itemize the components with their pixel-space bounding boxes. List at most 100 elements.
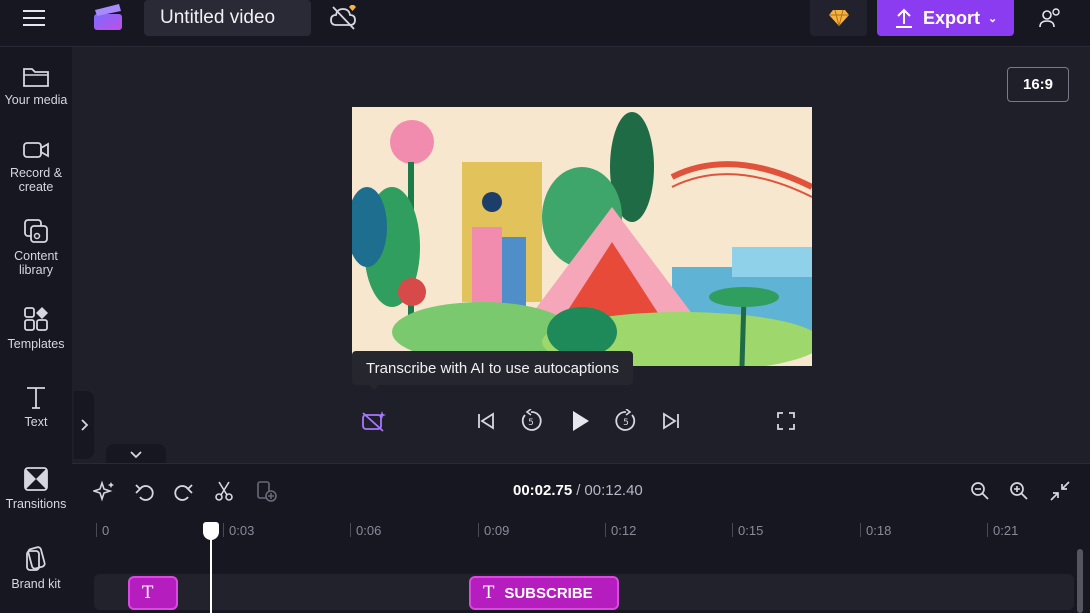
svg-text:5: 5	[623, 418, 629, 428]
account-button[interactable]	[1030, 2, 1070, 34]
skip-to-start-button[interactable]	[470, 405, 502, 437]
fullscreen-button[interactable]	[770, 405, 802, 437]
timeline-toolbar: 00:02.75/00:12.40	[72, 463, 1090, 515]
text-icon	[27, 387, 45, 409]
aspect-ratio-button[interactable]: 16:9	[1007, 67, 1069, 102]
timeline-tracks: T T SUBSCRIBE	[72, 545, 1090, 613]
export-button[interactable]: Export ⌄	[877, 0, 1014, 36]
sidebar-item-label: Brand kit	[11, 577, 61, 591]
play-button[interactable]	[564, 405, 596, 437]
play-icon	[573, 411, 589, 431]
forward-5-icon: 5	[615, 409, 636, 431]
sidebar-item-content-library[interactable]: Content library	[0, 217, 72, 277]
sidebar-item-transitions[interactable]: Transitions	[0, 465, 72, 511]
camera-icon	[23, 142, 49, 158]
ruler-tick: 0:21	[986, 523, 1019, 538]
chevron-down-icon	[130, 451, 142, 459]
content-library-icon	[24, 219, 48, 243]
ruler-tick: 0:03	[222, 523, 255, 538]
clip-label: SUBSCRIBE	[504, 584, 593, 602]
sidebar-item-templates[interactable]: Templates	[0, 305, 72, 351]
sidebar-item-label: Record & create	[9, 166, 63, 194]
video-preview	[352, 107, 812, 366]
export-label: Export	[923, 7, 981, 28]
tooltip-arrow	[368, 384, 380, 390]
svg-text:5: 5	[528, 418, 534, 428]
sidebar-item-label: Text	[24, 415, 48, 429]
expand-panel-handle[interactable]	[74, 391, 94, 459]
forward-5s-button[interactable]: 5	[610, 405, 642, 437]
total-time: 00:12.40	[584, 482, 643, 499]
upload-icon	[896, 8, 912, 28]
transitions-icon	[24, 467, 48, 491]
folder-icon	[23, 68, 49, 87]
captions-off-icon	[362, 411, 386, 432]
video-title-input[interactable]	[144, 0, 311, 36]
user-account-icon	[1039, 8, 1060, 28]
ruler-tick: 0	[95, 523, 110, 538]
zoom-out-button[interactable]	[966, 478, 994, 504]
split-button[interactable]	[210, 478, 238, 504]
magic-tools-button[interactable]	[90, 478, 118, 504]
hamburger-menu-button[interactable]	[14, 4, 54, 32]
undo-button[interactable]	[130, 478, 158, 504]
duplicate-button[interactable]	[252, 478, 280, 504]
zoom-in-icon	[1010, 482, 1028, 500]
text-clip[interactable]: T	[128, 576, 178, 610]
diamond-icon	[828, 9, 849, 27]
chevron-down-icon: ⌄	[988, 12, 998, 25]
preview-illustration	[352, 107, 812, 366]
sidebar-item-label: Your media	[4, 93, 68, 107]
sidebar-item-record-create[interactable]: Record & create	[0, 138, 72, 194]
ruler-tick: 0:15	[731, 523, 764, 538]
fit-timeline-button[interactable]	[1046, 478, 1074, 504]
sidebar-item-label: Transitions	[5, 497, 67, 511]
ruler-tick: 0:09	[477, 523, 510, 538]
duplicate-icon	[257, 481, 277, 502]
sidebar-item-text[interactable]: Text	[0, 385, 72, 429]
time-separator: /	[576, 482, 581, 499]
subscribe-text-clip[interactable]: T SUBSCRIBE	[469, 576, 619, 610]
collapse-arrows-icon	[1050, 481, 1070, 501]
sidebar-item-label: Content library	[14, 249, 58, 277]
sidebar: Your media Record & create Content libra…	[0, 47, 72, 613]
ruler-tick: 0:18	[859, 523, 892, 538]
sidebar-item-brand-kit[interactable]: Brand kit	[0, 545, 72, 591]
playhead-handle[interactable]	[203, 522, 219, 540]
sidebar-item-label: Templates	[7, 337, 65, 351]
sparkle-icon	[93, 480, 114, 502]
undo-icon	[135, 484, 154, 501]
premium-button[interactable]	[810, 0, 867, 36]
scissors-icon	[215, 481, 233, 501]
rewind-5-icon: 5	[521, 409, 542, 431]
zoom-in-button[interactable]	[1005, 478, 1033, 504]
skip-forward-icon	[663, 412, 679, 430]
cloud-sync-off-icon[interactable]	[327, 2, 361, 32]
timecode-display: 00:02.75/00:12.40	[513, 482, 643, 499]
text-clip-icon: T	[483, 583, 495, 603]
autocaptions-button[interactable]	[358, 405, 390, 437]
timeline-scrollbar[interactable]	[1077, 549, 1083, 613]
redo-button[interactable]	[170, 478, 198, 504]
chevron-right-icon	[81, 419, 89, 431]
autocaptions-tooltip: Transcribe with AI to use autocaptions	[352, 351, 633, 385]
brand-kit-icon	[26, 546, 46, 571]
fullscreen-icon	[777, 412, 795, 430]
skip-to-end-button[interactable]	[655, 405, 687, 437]
text-clip-icon: T	[142, 583, 154, 603]
top-bar: Export ⌄	[0, 0, 1090, 47]
ruler-tick: 0:06	[349, 523, 382, 538]
current-time: 00:02.75	[513, 482, 573, 499]
hamburger-icon	[23, 10, 45, 26]
collapse-timeline-handle[interactable]	[106, 444, 166, 464]
templates-icon	[24, 307, 48, 331]
sidebar-item-your-media[interactable]: Your media	[0, 65, 72, 107]
rewind-5s-button[interactable]: 5	[515, 405, 547, 437]
redo-icon	[174, 484, 193, 501]
clipchamp-logo-icon	[92, 2, 126, 32]
playhead-line	[210, 532, 212, 613]
skip-back-icon	[478, 412, 494, 430]
ruler-tick: 0:12	[604, 523, 637, 538]
timeline-ruler[interactable]: 0 0:03 0:06 0:09 0:12 0:15 0:18 0:21	[72, 515, 1090, 545]
zoom-out-icon	[971, 482, 989, 500]
